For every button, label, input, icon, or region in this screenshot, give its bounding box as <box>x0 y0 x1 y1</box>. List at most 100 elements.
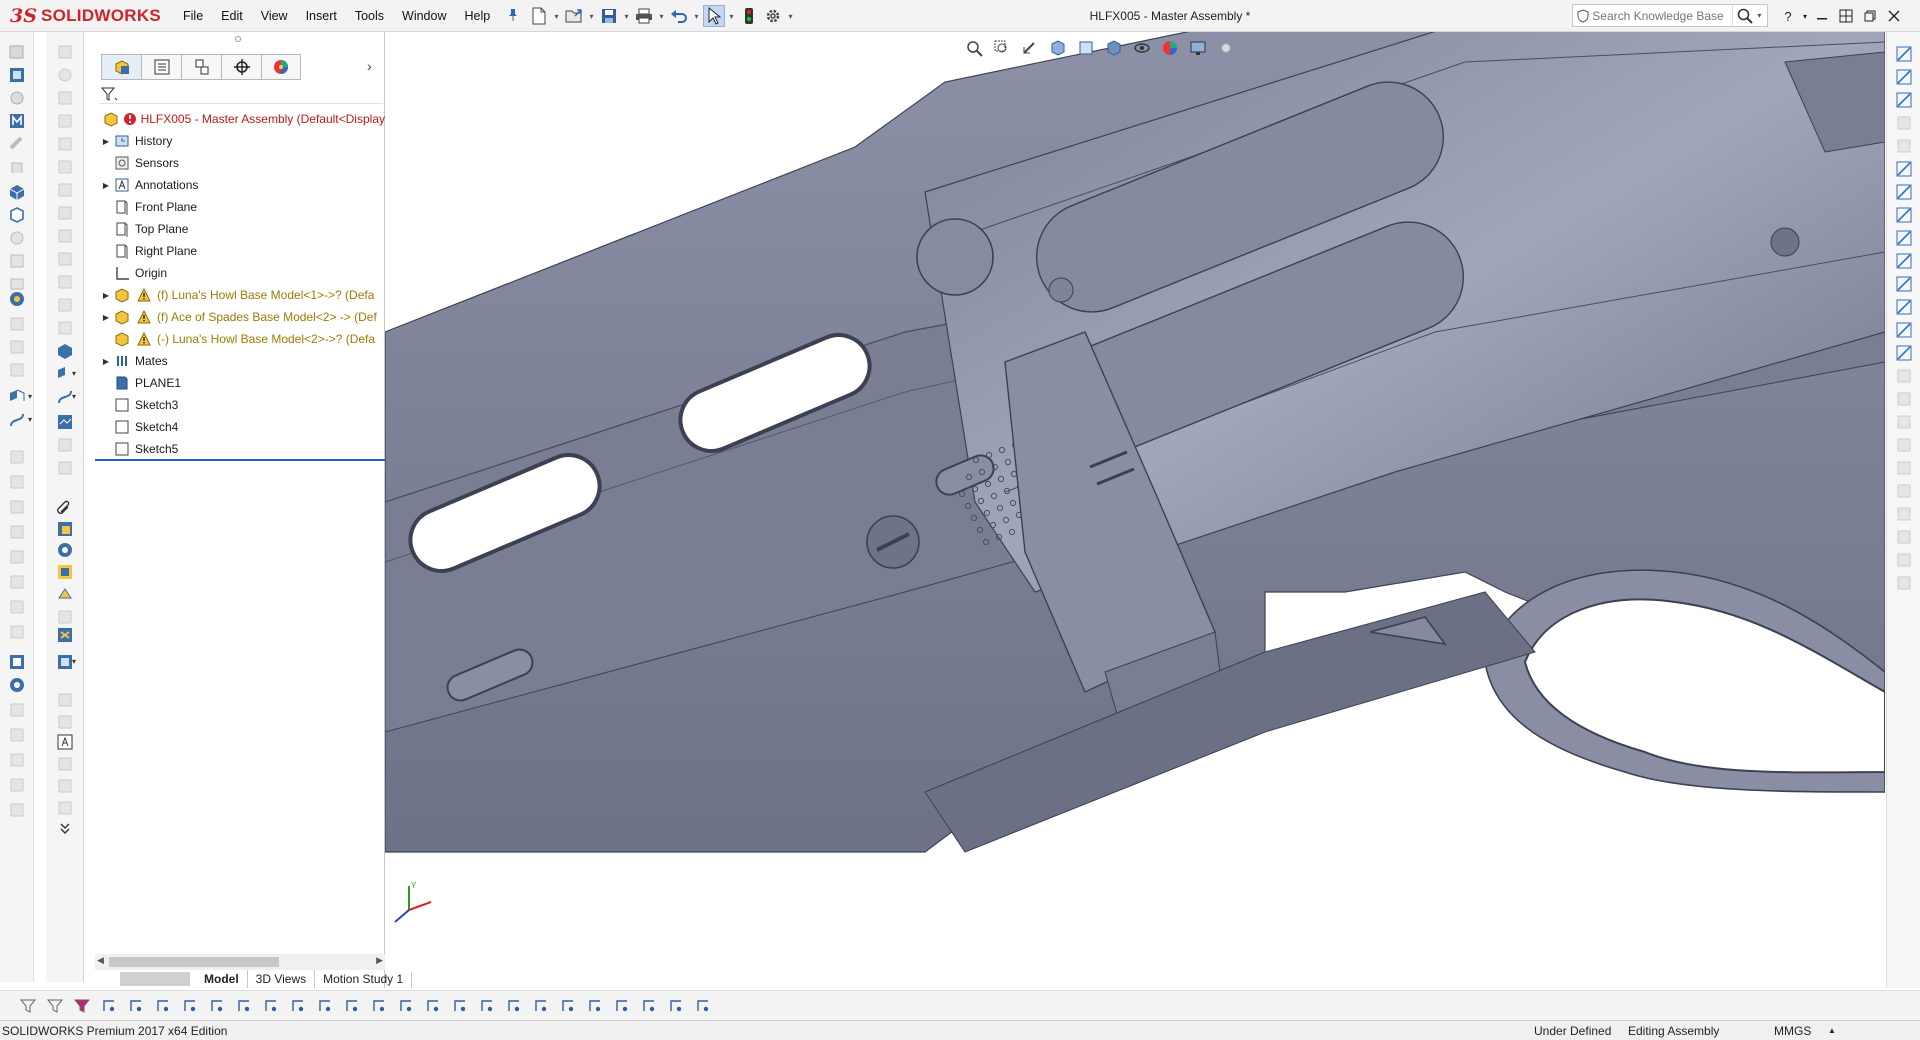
filter-blocks-icon[interactable] <box>612 996 632 1016</box>
edit-component-icon[interactable] <box>7 522 27 542</box>
sensor-icon[interactable] <box>7 800 27 820</box>
show-hidden-icon[interactable] <box>7 157 27 177</box>
circle-icon[interactable] <box>55 134 75 154</box>
weld-symbol-icon[interactable] <box>55 776 75 796</box>
help-icon[interactable]: ? <box>1776 0 1800 32</box>
menu-file[interactable]: File <box>174 0 212 32</box>
save-dropdown-icon[interactable]: ▾ <box>622 5 631 27</box>
propertymanager-tab-icon[interactable] <box>141 54 181 80</box>
interference-icon[interactable] <box>7 314 27 334</box>
surface-icon[interactable] <box>55 412 75 432</box>
smart-mates-icon[interactable] <box>7 472 27 492</box>
3d-tool-icon[interactable] <box>1894 573 1914 593</box>
display-style-icon[interactable] <box>1103 37 1125 59</box>
view-palette-icon[interactable] <box>1894 113 1914 133</box>
arc-icon[interactable] <box>55 157 75 177</box>
filter-center-line-icon[interactable] <box>342 996 362 1016</box>
knowledge-base-search[interactable]: ▾ <box>1572 4 1768 27</box>
view-orientation-icon[interactable] <box>1075 37 1097 59</box>
filter-midpoints-icon[interactable] <box>288 996 308 1016</box>
hide-show-items-icon[interactable] <box>1131 37 1153 59</box>
undo-dropdown-icon[interactable]: ▾ <box>692 5 701 27</box>
graphics-area[interactable]: Y <box>385 32 1885 972</box>
menu-help[interactable]: Help <box>456 0 500 32</box>
apply-scene-icon[interactable] <box>1187 37 1209 59</box>
filter-balloons-icon[interactable] <box>477 996 497 1016</box>
tree-item[interactable]: Sensors <box>95 152 385 174</box>
filter-datum-target-icon[interactable] <box>558 996 578 1016</box>
search-dropdown-icon[interactable]: ▾ <box>1757 11 1767 20</box>
filter-cosmetic-icon[interactable] <box>585 996 605 1016</box>
weldment-icon[interactable] <box>55 458 75 478</box>
rebuild-traffic-light-icon[interactable] <box>738 5 760 27</box>
restore-icon[interactable] <box>1858 0 1882 32</box>
tile-windows-icon[interactable] <box>1834 0 1858 32</box>
smart-fasteners-icon[interactable] <box>7 111 27 131</box>
menu-tools[interactable]: Tools <box>346 0 393 32</box>
new-document-icon[interactable] <box>528 5 550 27</box>
trim-tool-icon[interactable] <box>1894 412 1914 432</box>
polygon-icon[interactable] <box>55 203 75 223</box>
view-settings-icon[interactable] <box>1215 37 1237 59</box>
expand-arrow-icon[interactable]: ▶ <box>99 291 113 300</box>
slot-tool-icon[interactable] <box>1894 205 1914 225</box>
insert-part-icon[interactable] <box>55 341 75 361</box>
scale-tool-icon[interactable] <box>1894 504 1914 524</box>
tab-navigation-arrows[interactable] <box>120 972 190 986</box>
zoom-to-fit-icon[interactable] <box>963 37 985 59</box>
reference-plane-icon[interactable] <box>7 387 27 407</box>
filter-faces-icon[interactable] <box>99 996 119 1016</box>
tree-item[interactable]: (-) Luna's Howl Base Model<2>->? (Defa <box>95 328 385 350</box>
filter-surface-icon[interactable] <box>126 996 146 1016</box>
check-icon[interactable] <box>7 675 27 695</box>
sheet-metal-icon[interactable] <box>55 435 75 455</box>
slot-icon[interactable] <box>55 226 75 246</box>
section-properties-icon[interactable] <box>7 750 27 770</box>
line-icon[interactable] <box>55 88 75 108</box>
sketch-tools-icon[interactable] <box>1894 67 1914 87</box>
fillet-icon[interactable] <box>1894 90 1914 110</box>
filter-spline-icon[interactable] <box>639 996 659 1016</box>
insert-component-icon[interactable] <box>7 42 27 62</box>
trim-icon[interactable] <box>55 295 75 315</box>
undo-icon[interactable] <box>668 5 690 27</box>
line-tool-icon[interactable] <box>1894 136 1914 156</box>
menu-view[interactable]: View <box>252 0 297 32</box>
sketch-icon[interactable] <box>55 42 75 62</box>
measure-icon[interactable] <box>7 700 27 720</box>
pin-icon[interactable] <box>499 8 527 25</box>
search-scope-icon[interactable] <box>1573 8 1592 23</box>
balloon-icon[interactable] <box>55 712 75 732</box>
tree-horizontal-scrollbar[interactable]: ◀ ▶ <box>95 954 385 970</box>
unit-system[interactable]: MMGS <box>1774 1024 1811 1038</box>
tab-model[interactable]: Model <box>196 970 248 988</box>
display-manager-tab-icon[interactable] <box>261 54 301 80</box>
expand-arrow-icon[interactable]: ▶ <box>99 137 113 146</box>
search-icon[interactable] <box>1732 5 1757 26</box>
open-dropdown-icon[interactable]: ▾ <box>587 5 596 27</box>
text-icon[interactable] <box>55 272 75 292</box>
design-table-icon[interactable] <box>55 562 75 582</box>
tree-item[interactable]: ▶ (f) Luna's Howl Base Model<1>->? (Defa <box>95 284 385 306</box>
scroll-right-icon[interactable]: ▶ <box>376 955 383 966</box>
units-dropdown-icon[interactable]: ▲ <box>1828 1026 1836 1035</box>
assembly-features-icon[interactable] <box>7 182 27 202</box>
hide-show-icon[interactable] <box>7 497 27 517</box>
centerline-icon[interactable] <box>1894 297 1914 317</box>
rectangle-tool-icon[interactable] <box>1894 159 1914 179</box>
tab-3d-views[interactable]: 3D Views <box>248 970 316 988</box>
filter-planes-icon[interactable] <box>207 996 227 1016</box>
close-icon[interactable] <box>1882 0 1906 32</box>
panel-grip[interactable] <box>235 36 241 42</box>
instant3d-icon[interactable] <box>7 289 27 309</box>
tree-item[interactable]: Sketch5 <box>95 438 385 460</box>
tree-item[interactable]: Top Plane <box>95 218 385 240</box>
view-properties-icon[interactable] <box>55 519 75 539</box>
mate-icon[interactable] <box>7 65 27 85</box>
filter-sketch-segments-icon[interactable] <box>261 996 281 1016</box>
attach-paperclip-icon[interactable] <box>55 498 75 518</box>
filter-vertices-icon[interactable] <box>45 996 65 1016</box>
tree-item[interactable]: Front Plane <box>95 196 385 218</box>
solidworks-logo[interactable]: 3S SOLIDWORKS <box>10 3 161 29</box>
tree-filter[interactable] <box>99 84 383 104</box>
